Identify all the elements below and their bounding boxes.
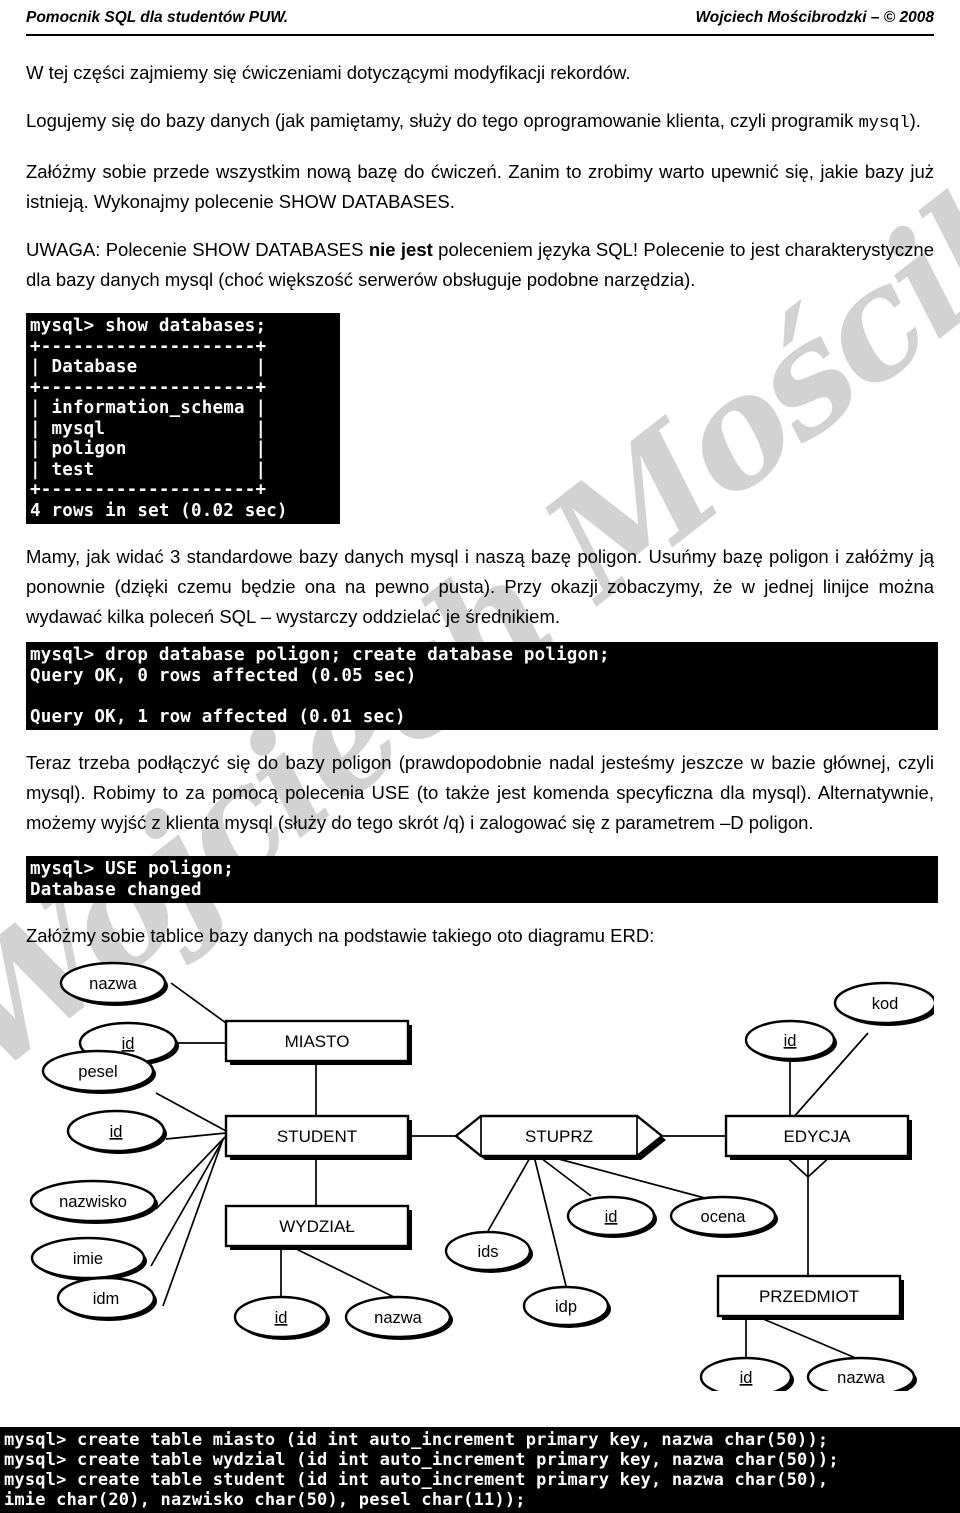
inline-code-mysql: mysql (858, 114, 910, 133)
paragraph-uwaga-emphasis: nie jest (368, 239, 433, 260)
relationship-stuprz-label: STUPRZ (525, 1127, 593, 1146)
paragraph-uwaga: UWAGA: Polecenie SHOW DATABASES nie jest… (26, 235, 934, 295)
terminal-create-tables: mysql> create table miasto (id int auto_… (0, 1427, 960, 1513)
attr-id-stuprz-label: id (605, 1208, 618, 1226)
terminal-use-poligon: mysql> USE poligon; Database changed (26, 856, 938, 903)
attr-nazwisko-label: nazwisko (59, 1193, 127, 1211)
entity-wydzial-label: WYDZIAŁ (279, 1217, 355, 1236)
edge-wydzial-nazwa (283, 1242, 399, 1300)
header-title-left: Pomocnik SQL dla studentów PUW. (26, 9, 289, 26)
erd-diagram-svg: .ln { stroke:#000; stroke-width:1.7; fil… (29, 961, 934, 1391)
edge-stuprz-ids (487, 1155, 532, 1232)
terminal-show-databases: mysql> show databases; +----------------… (26, 313, 340, 524)
attr-pesel-label: pesel (78, 1063, 117, 1081)
paragraph-use-db: Teraz trzeba podłączyć się do bazy polig… (26, 748, 934, 838)
paragraph-erd-intro-text: Załóżmy sobie tablice bazy danych na pod… (26, 925, 655, 946)
attr-ocena-label: ocena (701, 1208, 747, 1226)
paragraph-erd-intro: Załóżmy sobie tablice bazy danych na pod… (26, 921, 934, 951)
paragraph-intro: W tej części zajmiemy się ćwiczeniami do… (26, 58, 934, 88)
attr-id-edycja-label: id (784, 1032, 797, 1050)
attr-id-wydzial-label: id (275, 1309, 288, 1327)
attr-kod-label: kod (872, 995, 899, 1013)
entity-student-label: STUDENT (277, 1127, 357, 1146)
paragraph-newdb: Załóżmy sobie przede wszystkim nową bazę… (26, 157, 934, 217)
attr-id-miasto-label: id (122, 1035, 135, 1053)
page-header: Pomocnik SQL dla studentów PUW. Wojciech… (0, 8, 960, 42)
header-author-right: Wojciech Mościbrodzki – © 2008 (695, 9, 934, 26)
attr-imie-label: imie (73, 1250, 103, 1268)
paragraph-three-dbs: Mamy, jak widać 3 standardowe bazy danyc… (26, 542, 934, 632)
attr-nazwa-miasto-label: nazwa (89, 975, 138, 993)
paragraph-uwaga-text-a: UWAGA: Polecenie SHOW DATABASES (26, 239, 369, 260)
attr-nazwa-wydzial-label: nazwa (374, 1309, 423, 1327)
paragraph-login-text-a: Logujemy się do bazy danych (jak pamięta… (26, 110, 859, 131)
page-header-rule: Pomocnik SQL dla studentów PUW. Wojciech… (26, 8, 934, 36)
attr-ids-label: ids (477, 1243, 498, 1261)
attr-nazwa-przedmiot-label: nazwa (837, 1369, 886, 1387)
paragraph-newdb-text: Załóżmy sobie przede wszystkim nową bazę… (26, 161, 934, 212)
edge-student-id (165, 1132, 227, 1140)
edge-student-idm (162, 1138, 224, 1307)
terminal-create-tables-wrap: mysql> create table miasto (id int auto_… (0, 1427, 960, 1513)
attr-idm-label: idm (93, 1290, 120, 1308)
attr-id-student-label: id (110, 1123, 123, 1141)
edge-stuprz-idp (533, 1155, 567, 1287)
attr-id-przedmiot-label: id (740, 1369, 753, 1387)
edge-miasto-nazwa (170, 982, 227, 1024)
paragraph-login-text-b: ). (909, 110, 921, 131)
paragraph-intro-text: W tej części zajmiemy się ćwiczeniami do… (26, 62, 631, 83)
edge-student-pesel (155, 1092, 227, 1132)
paragraph-login: Logujemy się do bazy danych (jak pamięta… (26, 106, 934, 139)
terminal-drop-create: mysql> drop database poligon; create dat… (26, 642, 938, 730)
attr-idp-label: idp (555, 1298, 577, 1316)
erd-diagram: .ln { stroke:#000; stroke-width:1.7; fil… (26, 961, 934, 1401)
paragraph-three-dbs-text: Mamy, jak widać 3 standardowe bazy danyc… (26, 546, 934, 627)
entity-miasto-label: MIASTO (285, 1032, 350, 1051)
entity-przedmiot-label: PRZEDMIOT (759, 1287, 859, 1306)
document-content: W tej części zajmiemy się ćwiczeniami do… (26, 58, 938, 1401)
paragraph-use-db-text: Teraz trzeba podłączyć się do bazy polig… (26, 752, 934, 833)
entity-edycja-label: EDYCJA (783, 1127, 851, 1146)
